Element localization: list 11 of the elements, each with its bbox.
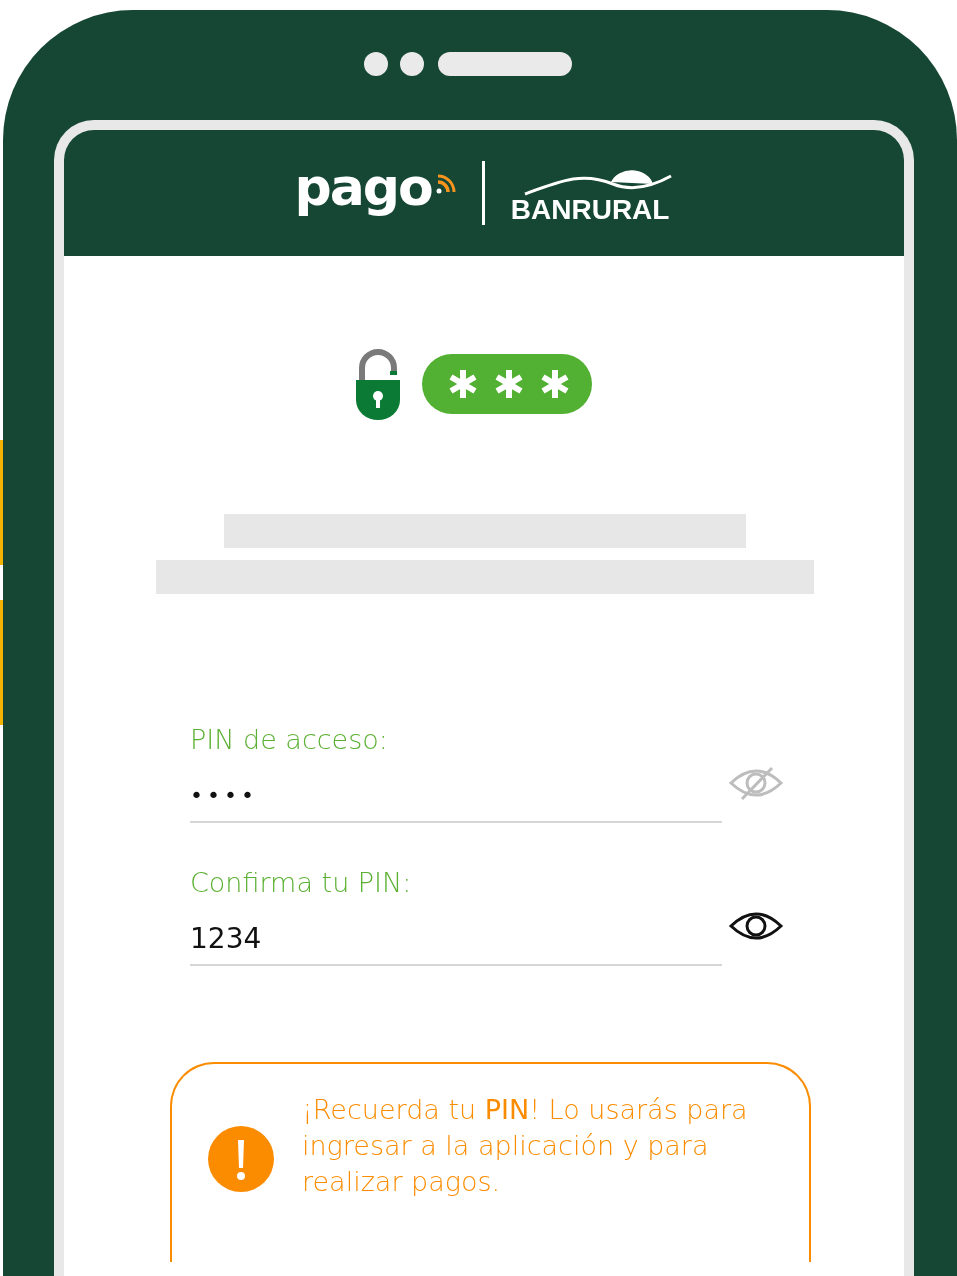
field-label: Confirma tu PIN: <box>190 867 413 898</box>
warning-icon <box>208 1126 274 1192</box>
password-stars-icon <box>420 351 594 417</box>
pin-field[interactable]: 1234 <box>190 912 722 966</box>
camera-dot <box>400 52 424 76</box>
padlock-icon <box>354 346 402 422</box>
camera-dot <box>364 52 388 76</box>
pin-field[interactable]: •••• <box>190 769 722 823</box>
field-label: PIN de acceso: <box>190 724 389 755</box>
notice-text: ¡Recuerda tu PIN! Lo usarás para ingresar a la aplicación y para realizar pagos. <box>302 1093 749 1199</box>
bank-logo: BANRURAL <box>510 196 670 224</box>
